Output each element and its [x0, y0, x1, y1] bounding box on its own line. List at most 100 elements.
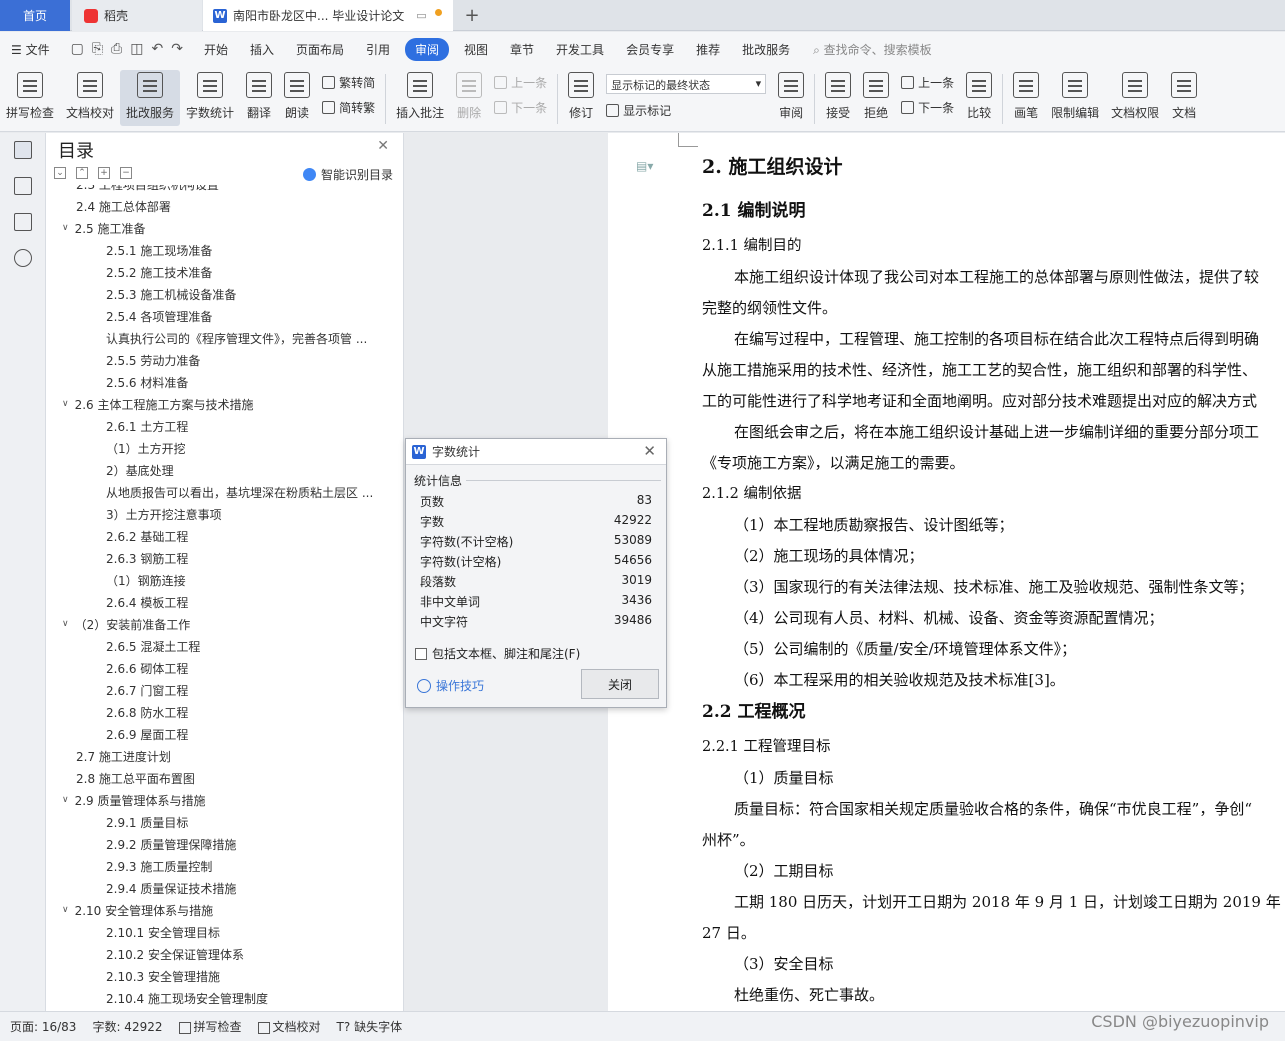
export-icon[interactable]: ⎘ [92, 41, 103, 57]
menu-revise-service[interactable]: 批改服务 [731, 41, 801, 58]
menu-recommend[interactable]: 推荐 [685, 41, 731, 58]
tab-document[interactable]: W 南阳市卧龙区中... 毕业设计论文 ▭ [203, 0, 453, 31]
spell-check-button[interactable]: 拼写检查 [0, 70, 60, 126]
menu-devtools[interactable]: 开发工具 [545, 41, 615, 58]
menu-reference[interactable]: 引用 [355, 41, 401, 58]
toc-item[interactable]: ∨ （2）安装前准备工作 [62, 613, 190, 635]
next-comment-button[interactable]: 下一条 [494, 99, 547, 116]
delete-comment-button[interactable]: 删除 [450, 70, 488, 126]
accept-button[interactable]: 接受 [819, 70, 857, 126]
close-button[interactable]: 关闭 [581, 669, 659, 699]
toc-item[interactable]: 2.5.3 施工机械设备准备 [106, 283, 236, 305]
chevron-down-icon[interactable]: ∨ [62, 223, 69, 233]
menu-start[interactable]: 开始 [193, 41, 239, 58]
proofread-button[interactable]: 文档校对 [60, 70, 120, 126]
menu-insert[interactable]: 插入 [239, 41, 285, 58]
smart-toc-button[interactable]: 智能识别目录 [302, 166, 393, 183]
document-page[interactable]: ▤▾ 2. 施工组织设计 2.1 编制说明 2.1.1 编制目的 本施工组织设计体现了… [608, 133, 1285, 1011]
markup-state-select[interactable]: 显示标记的最终状态 ▾ [606, 74, 767, 94]
pen-button[interactable]: 画笔 [1007, 70, 1045, 126]
toc-item[interactable]: 2.8 施工总平面布置图 [76, 767, 195, 789]
simp-to-trad-button[interactable]: 简转繁 [322, 99, 375, 116]
toc-item[interactable]: 2.6.2 基础工程 [106, 525, 188, 547]
revise-service-button[interactable]: 批改服务 [120, 70, 181, 126]
expand-icon[interactable]: ⌃ [76, 167, 88, 179]
tab-home[interactable]: 首页 [0, 0, 70, 31]
menu-review[interactable]: 审阅 [405, 37, 450, 61]
document-body[interactable]: 2. 施工组织设计 2.1 编制说明 2.1.1 编制目的 本施工组织设计体现了我公司… [702, 153, 1285, 1011]
word-count-button[interactable]: 字数统计 [180, 70, 240, 126]
word-count-indicator[interactable]: 字数: 42922 [92, 1018, 162, 1035]
toc-item[interactable]: （1）钢筋连接 [106, 569, 186, 591]
chevron-down-icon[interactable]: ∨ [62, 795, 69, 805]
toc-item[interactable]: 2.5.5 劳动力准备 [106, 349, 200, 371]
read-aloud-button[interactable]: 朗读 [278, 70, 316, 126]
close-icon[interactable]: ✕ [377, 138, 389, 154]
toc-item[interactable]: 2.6.3 钢筋工程 [106, 547, 188, 569]
toc-item[interactable]: 2.3 工程项目组织机构设置 [76, 185, 219, 195]
toc-item[interactable]: 2.10.4 施工现场安全管理制度 [106, 987, 268, 1009]
tips-link[interactable]: 操作技巧 [417, 677, 484, 694]
toc-item[interactable]: ∨ 2.6 主体工程施工方案与技术措施 [62, 393, 254, 415]
toc-item[interactable]: 2.6.4 模板工程 [106, 591, 188, 613]
toc-item[interactable]: 2）基底处理 [106, 459, 174, 481]
toc-item[interactable]: ∨ 2.9 质量管理体系与措施 [62, 789, 206, 811]
toc-item[interactable]: 3）土方开挖注意事项 [106, 503, 222, 525]
toc-item[interactable]: 2.9.1 质量目标 [106, 811, 188, 833]
missing-font-status[interactable]: T? 缺失字体 [337, 1018, 403, 1035]
toc-item[interactable]: 2.5.1 施工现场准备 [106, 239, 212, 261]
toc-item[interactable]: 2.6.1 土方工程 [106, 415, 188, 437]
menu-chapter[interactable]: 章节 [499, 41, 545, 58]
remove-level-icon[interactable]: − [120, 167, 132, 179]
toc-item[interactable]: 2.9.3 施工质量控制 [106, 855, 212, 877]
command-search[interactable]: ⌕ 查找命令、搜索模板 [813, 41, 932, 58]
toc-item[interactable]: 2.9.4 质量保证技术措施 [106, 877, 236, 899]
menu-member[interactable]: 会员专享 [615, 41, 685, 58]
next-change-button[interactable]: 下一条 [901, 99, 954, 116]
toc-item[interactable]: 2.6.5 混凝土工程 [106, 635, 200, 657]
prev-change-button[interactable]: 上一条 [901, 74, 954, 91]
toc-item[interactable]: 2.6.8 防水工程 [106, 701, 188, 723]
trad-to-simp-button[interactable]: 繁转简 [322, 74, 375, 91]
page-indicator[interactable]: 页面: 16/83 [10, 1018, 76, 1035]
chapter-nav-icon[interactable] [13, 177, 32, 195]
paragraph-handle-icon[interactable]: ▤▾ [636, 159, 653, 173]
toc-item[interactable]: ∨ 2.5 施工准备 [62, 217, 146, 239]
tab-daoke[interactable]: 稻壳 [72, 0, 202, 31]
chevron-down-icon[interactable]: ∨ [62, 619, 69, 629]
insert-comment-button[interactable]: 插入批注 [390, 70, 450, 126]
menu-layout[interactable]: 页面布局 [285, 41, 355, 58]
toc-item[interactable]: 2.6.9 屋面工程 [106, 723, 188, 745]
chevron-down-icon[interactable]: ∨ [62, 905, 69, 915]
chevron-down-icon[interactable]: ∨ [62, 399, 69, 409]
file-menu[interactable]: ☰ 文件 [0, 41, 61, 58]
toc-item[interactable]: 认真执行公司的《程序管理文件》，完善各项管 ... [106, 327, 367, 349]
bookmark-icon[interactable] [13, 213, 32, 231]
redo-icon[interactable]: ↷ [171, 41, 183, 57]
toc-item[interactable]: 2.7 施工进度计划 [76, 745, 171, 767]
collapse-icon[interactable]: ⌄ [54, 167, 66, 179]
track-changes-button[interactable]: 修订 [562, 70, 600, 126]
print-icon[interactable]: ⎙ [111, 41, 122, 57]
save-icon[interactable]: ▢ [71, 41, 84, 57]
checkbox-icon[interactable] [415, 647, 427, 660]
include-textbox-checkbox[interactable]: 包括文本框、脚注和尾注(F) [415, 645, 580, 662]
toc-item[interactable]: 2.4 施工总体部署 [76, 195, 171, 217]
toc-item[interactable]: 2.5.6 材料准备 [106, 371, 188, 393]
toc-item[interactable]: 2.10.3 安全管理措施 [106, 965, 220, 987]
add-level-icon[interactable]: + [98, 167, 110, 179]
review-pane-button[interactable]: 审阅 [772, 70, 810, 126]
monitor-icon[interactable]: ▭ [416, 9, 426, 22]
toc-item[interactable]: 2.10.2 安全保证管理体系 [106, 943, 244, 965]
close-icon[interactable]: ✕ [643, 442, 656, 460]
doc-more-button[interactable]: 文档 [1165, 70, 1203, 126]
toc-item[interactable]: 从地质报告可以看出，基坑埋深在粉质粘土层区 ... [106, 481, 373, 503]
toc-item[interactable]: 2.10.1 安全管理目标 [106, 921, 220, 943]
toc-item[interactable]: ∨ 2.10 安全管理体系与措施 [62, 899, 213, 921]
toc-item[interactable]: 2.6.6 砌体工程 [106, 657, 188, 679]
compare-button[interactable]: 比较 [960, 70, 998, 126]
search-panel-icon[interactable] [13, 249, 32, 267]
spell-check-status[interactable]: 拼写检查 [178, 1018, 242, 1035]
preview-icon[interactable]: ◫ [130, 41, 143, 57]
toc-item[interactable]: （1）土方开挖 [106, 437, 186, 459]
